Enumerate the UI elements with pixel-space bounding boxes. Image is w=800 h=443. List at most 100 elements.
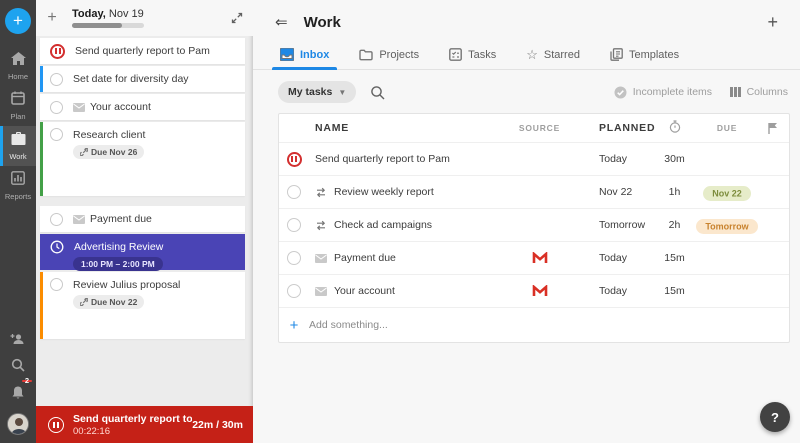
briefcase-icon bbox=[11, 131, 26, 150]
header-due: DUE bbox=[716, 123, 738, 133]
header-planned: PLANNED bbox=[599, 122, 656, 134]
pause-timer-icon[interactable] bbox=[286, 151, 302, 167]
app-rail: + Home Plan Work Reports 2 bbox=[0, 0, 36, 443]
invite-person-icon[interactable] bbox=[10, 333, 26, 345]
task-card[interactable]: Send quarterly report to Pam bbox=[40, 38, 245, 64]
tab-tasks[interactable]: Tasks bbox=[447, 44, 498, 69]
task-card[interactable]: Payment due bbox=[40, 206, 245, 232]
global-add-button[interactable]: + bbox=[5, 8, 31, 34]
task-card[interactable]: Set date for diversity day bbox=[40, 66, 245, 92]
folder-icon bbox=[359, 49, 374, 60]
task-card[interactable]: Review Julius proposal Due Nov 22 bbox=[40, 272, 245, 339]
timer-elapsed: 00:22:16 bbox=[73, 425, 110, 437]
task-list-icon bbox=[449, 48, 462, 61]
tab-inbox[interactable]: Inbox bbox=[271, 44, 338, 70]
columns-button[interactable]: Columns bbox=[730, 86, 788, 98]
task-checkbox[interactable] bbox=[50, 100, 63, 114]
page-title: Work bbox=[303, 13, 341, 31]
add-icon: + bbox=[289, 316, 299, 334]
sidebar-item-work[interactable]: Work bbox=[0, 126, 36, 166]
clock-icon bbox=[50, 240, 64, 254]
sidebar-item-label: Work bbox=[9, 151, 27, 161]
pause-timer-icon[interactable] bbox=[50, 43, 65, 59]
work-main: ⇐ Work + Inbox Projects Tasks ☆ Starred bbox=[253, 0, 800, 443]
panel-add-button[interactable]: + bbox=[42, 9, 62, 27]
email-icon bbox=[73, 102, 85, 112]
duration-header-icon bbox=[669, 120, 681, 136]
table-row[interactable]: Review weekly report Nov 22 1h Nov 22 bbox=[279, 175, 789, 208]
repeat-icon bbox=[316, 220, 326, 230]
header-source: SOURCE bbox=[518, 123, 561, 133]
tab-projects[interactable]: Projects bbox=[357, 44, 421, 69]
time-range-chip: 1:00 PM – 2:00 PM bbox=[73, 257, 163, 271]
bar-chart-icon bbox=[11, 171, 25, 190]
task-checkbox[interactable] bbox=[287, 218, 301, 232]
active-timer-bar[interactable]: Send quarterly report to Pam 00:22:16 22… bbox=[36, 406, 253, 443]
today-panel: + Today, Nov 19 Send quarterly report to… bbox=[36, 0, 253, 443]
user-avatar[interactable] bbox=[7, 413, 29, 435]
expand-panel-icon[interactable] bbox=[231, 12, 243, 24]
table-row[interactable]: Send quarterly report to Pam Today 30m bbox=[279, 142, 789, 175]
email-icon bbox=[315, 253, 327, 263]
task-card[interactable]: Your account bbox=[40, 94, 245, 120]
task-checkbox[interactable] bbox=[50, 278, 63, 291]
table-row[interactable]: Check ad campaigns Tomorrow 2h Tomorrow bbox=[279, 208, 789, 241]
timer-ratio: 22m / 30m bbox=[192, 418, 243, 431]
main-add-button[interactable]: + bbox=[767, 12, 778, 33]
gmail-icon bbox=[532, 284, 548, 297]
columns-icon bbox=[730, 87, 741, 97]
today-panel-header: + Today, Nov 19 bbox=[36, 0, 253, 36]
table-row[interactable]: Payment due Today 15m bbox=[279, 241, 789, 274]
inbox-table: NAME SOURCE PLANNED DUE Send quarterly r… bbox=[278, 113, 790, 343]
task-checkbox[interactable] bbox=[287, 284, 301, 298]
collapse-back-icon[interactable]: ⇐ bbox=[275, 13, 288, 31]
sidebar-item-label: Reports bbox=[4, 192, 32, 201]
table-search-icon[interactable] bbox=[370, 85, 385, 100]
work-header: ⇐ Work + bbox=[253, 0, 800, 44]
home-icon bbox=[10, 51, 26, 70]
search-icon[interactable] bbox=[11, 358, 25, 372]
table-row[interactable]: Your account Today 15m bbox=[279, 274, 789, 307]
notifications-bell-icon[interactable]: 2 bbox=[11, 377, 32, 400]
sidebar-item-home[interactable]: Home bbox=[0, 46, 36, 86]
rail-nav: Home Plan Work Reports bbox=[0, 46, 36, 206]
task-card-selected[interactable]: Advertising Review 1:00 PM – 2:00 PM bbox=[40, 234, 245, 271]
link-icon bbox=[80, 298, 88, 306]
app-window: + Home Plan Work Reports 2 + Today, Nov … bbox=[0, 0, 800, 443]
add-task-row[interactable]: + Add something... bbox=[279, 307, 789, 342]
tab-starred[interactable]: ☆ Starred bbox=[524, 44, 582, 69]
work-tabs: Inbox Projects Tasks ☆ Starred Templates bbox=[253, 44, 800, 70]
task-checkbox[interactable] bbox=[287, 251, 301, 265]
help-button[interactable]: ? bbox=[760, 402, 790, 432]
sidebar-item-plan[interactable]: Plan bbox=[0, 86, 36, 126]
task-checkbox[interactable] bbox=[50, 72, 63, 86]
task-checkbox[interactable] bbox=[50, 128, 63, 141]
gmail-icon bbox=[532, 251, 548, 264]
tab-templates[interactable]: Templates bbox=[608, 44, 681, 69]
task-card[interactable]: Research client Due Nov 26 bbox=[40, 122, 245, 196]
today-task-list: Send quarterly report to Pam Set date fo… bbox=[36, 36, 253, 339]
notification-badge: 2 bbox=[21, 377, 32, 384]
task-checkbox[interactable] bbox=[287, 185, 301, 199]
header-name: NAME bbox=[315, 122, 350, 134]
chevron-down-icon: ▼ bbox=[338, 87, 347, 97]
timer-task-name: Send quarterly report to Pam bbox=[73, 412, 193, 425]
due-date-chip: Due Nov 26 bbox=[73, 145, 145, 159]
incomplete-items-toggle[interactable]: Incomplete items bbox=[614, 86, 712, 99]
due-badge: Tomorrow bbox=[696, 218, 758, 234]
task-checkbox[interactable] bbox=[50, 212, 63, 226]
task-filter-dropdown[interactable]: My tasks ▼ bbox=[278, 81, 357, 103]
pause-timer-button[interactable] bbox=[48, 416, 64, 433]
panel-date-title: Today, Nov 19 bbox=[72, 8, 144, 20]
email-icon bbox=[315, 286, 327, 296]
rail-bottom: 2 bbox=[7, 333, 32, 443]
sidebar-item-reports[interactable]: Reports bbox=[0, 166, 36, 206]
sidebar-item-label: Home bbox=[7, 71, 28, 81]
link-icon bbox=[80, 148, 88, 156]
repeat-icon bbox=[316, 187, 326, 197]
email-icon bbox=[73, 214, 85, 224]
list-toolbar: My tasks ▼ Incomplete items Columns bbox=[253, 70, 800, 113]
sidebar-item-label: Plan bbox=[10, 112, 26, 121]
day-progress-bar bbox=[72, 23, 144, 28]
due-badge: Nov 22 bbox=[703, 185, 751, 201]
